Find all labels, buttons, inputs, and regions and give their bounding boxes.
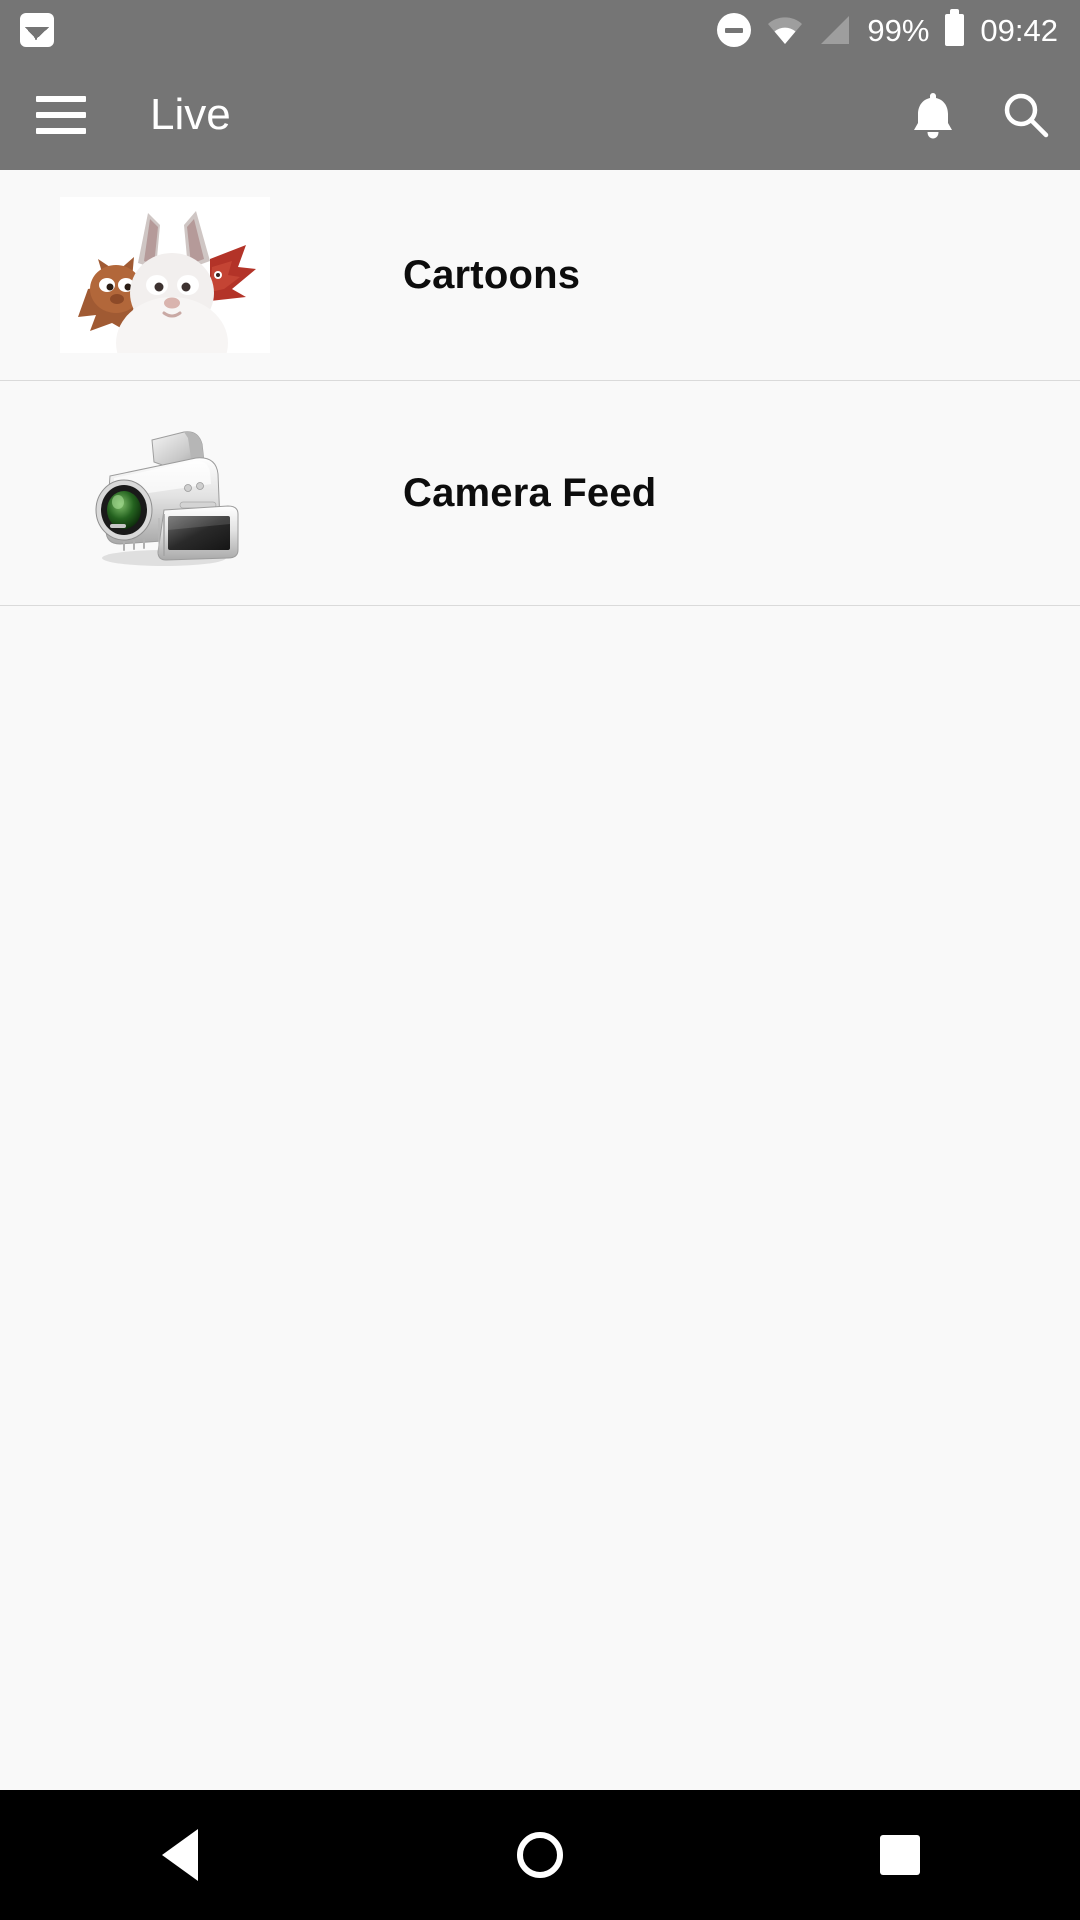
status-bar-left (20, 13, 54, 47)
list-item[interactable]: Camera Feed (0, 381, 1080, 606)
channel-thumbnail-image (60, 197, 270, 353)
back-button[interactable] (80, 1790, 280, 1920)
do-not-disturb-icon (717, 13, 752, 47)
big-buck-bunny-poster-icon (60, 197, 270, 353)
status-bar-right: 99% 09:42 (717, 9, 1058, 48)
status-bar: 99% 09:42 (0, 0, 1080, 60)
app-bar-actions (910, 90, 1050, 140)
clock: 09:42 (980, 12, 1058, 48)
thumbnail-container (0, 418, 330, 568)
live-channel-list: Cartoons Camera Feed (0, 170, 1080, 1790)
list-item-label: Cartoons (403, 253, 581, 297)
search-icon[interactable] (1002, 91, 1050, 139)
app-bar: Live (0, 60, 1080, 170)
recents-square-icon (880, 1835, 920, 1875)
cellular-signal-icon (821, 16, 850, 44)
hamburger-menu-icon[interactable] (36, 96, 86, 134)
camcorder-icon (95, 431, 239, 566)
android-navigation-bar (0, 1790, 1080, 1920)
list-item-label: Camera Feed (403, 471, 657, 515)
battery-percentage: 99% (867, 12, 930, 48)
home-button[interactable] (440, 1790, 640, 1920)
wifi-icon (768, 17, 803, 44)
page-title: Live (150, 90, 231, 139)
home-circle-icon (517, 1832, 563, 1878)
recents-button[interactable] (800, 1790, 1000, 1920)
battery-icon (945, 9, 965, 46)
image-notification-icon (20, 13, 54, 47)
back-triangle-icon (162, 1829, 198, 1881)
bell-icon[interactable] (910, 90, 956, 140)
thumbnail-container (0, 197, 330, 353)
list-item[interactable]: Cartoons (0, 170, 1080, 381)
